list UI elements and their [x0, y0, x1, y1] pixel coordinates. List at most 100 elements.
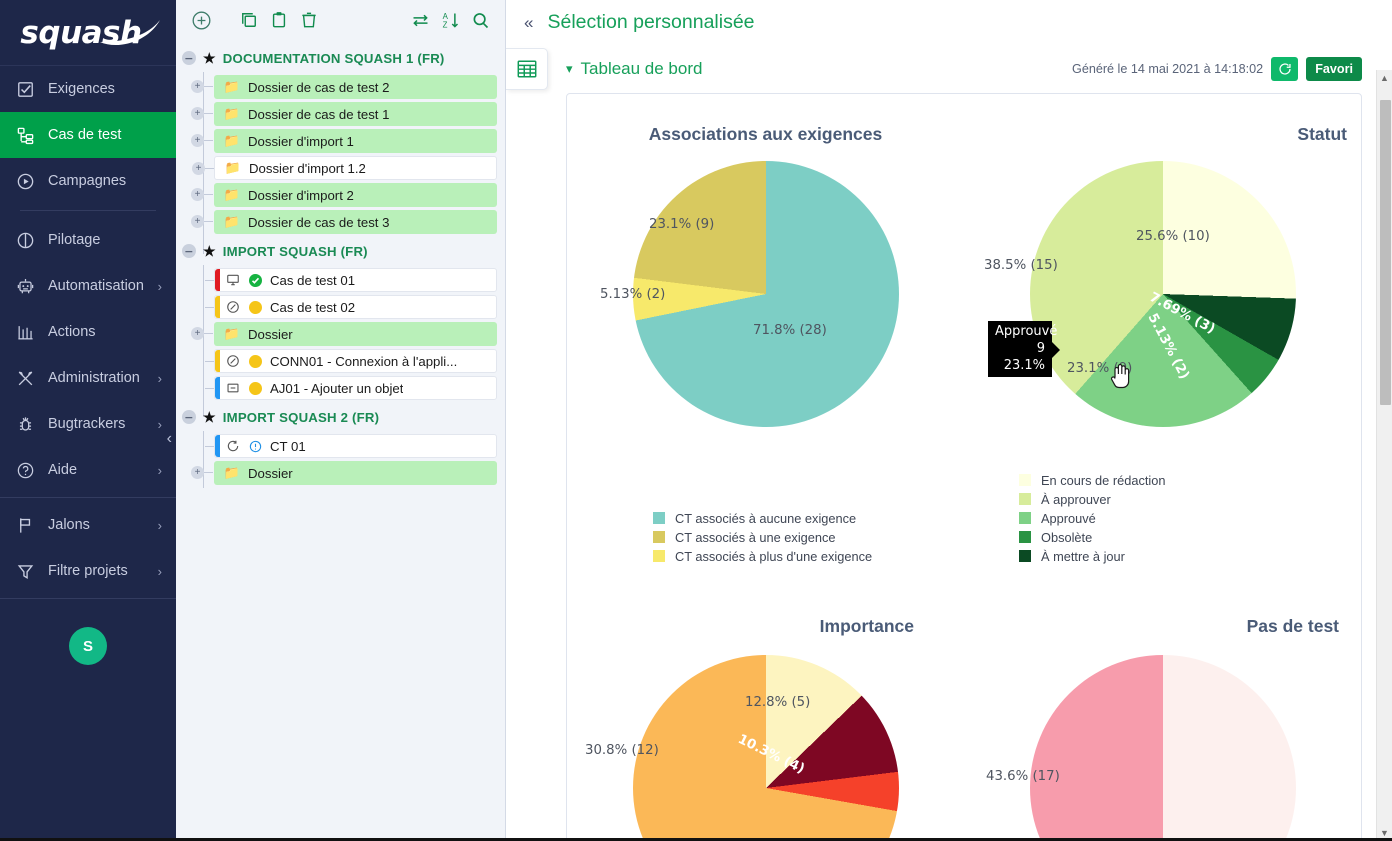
sidebar-item-pilotage[interactable]: Pilotage	[0, 217, 176, 263]
collapse-toggle-icon[interactable]: −	[182, 244, 196, 258]
status-check-icon	[249, 274, 262, 287]
tree-node-label: Dossier	[248, 466, 293, 481]
sidebar-item-actions[interactable]: Actions	[0, 309, 176, 355]
sidebar-item-automatisation[interactable]: Automatisation ›	[0, 263, 176, 309]
sidebar-item-jalons[interactable]: Jalons ›	[0, 502, 176, 548]
legend-label: Approuvé	[1041, 511, 1096, 526]
tree-node-folder[interactable]: + 📁 Dossier d'import 1	[214, 129, 497, 153]
tree-node-testcase[interactable]: CT 01	[214, 434, 497, 458]
flag-icon	[14, 514, 36, 536]
avatar[interactable]: S	[69, 627, 107, 665]
legend-label: CT associés à aucune exigence	[675, 511, 856, 526]
expand-toggle-icon[interactable]: +	[191, 327, 204, 340]
legend-label: À mettre à jour	[1041, 549, 1125, 564]
collapse-toggle-icon[interactable]: −	[182, 410, 196, 424]
folder-icon: 📁	[224, 106, 240, 122]
legend-item[interactable]: CT associés à plus d'une exigence	[653, 547, 872, 566]
expand-toggle-icon[interactable]: +	[191, 107, 204, 120]
mouse-cursor-icon	[1110, 361, 1132, 396]
legend-item[interactable]: Obsolète	[1019, 528, 1166, 547]
tree-node-label: CONN01 - Connexion à l'appli...	[270, 354, 457, 369]
legend-item[interactable]: Approuvé	[1019, 509, 1166, 528]
refresh-button[interactable]	[1271, 57, 1298, 81]
expand-toggle-icon[interactable]: +	[191, 215, 204, 228]
scroll-up-arrow-icon[interactable]: ▲	[1377, 70, 1392, 86]
dashboard-label: Tableau de bord	[581, 59, 703, 79]
favorite-button[interactable]: Favori	[1306, 57, 1362, 81]
main-content: « Sélection personnalisée ▾ Tableau de b…	[506, 0, 1392, 841]
sidebar-item-administration[interactable]: Administration ›	[0, 355, 176, 401]
sidebar-item-exigences[interactable]: Exigences	[0, 66, 176, 112]
sidebar-item-cas-de-test[interactable]: Cas de test	[0, 112, 176, 158]
page-title: Sélection personnalisée	[547, 11, 754, 34]
legend-label: CT associés à une exigence	[675, 530, 836, 545]
dashboard-title-toggle[interactable]: ▾ Tableau de bord	[566, 59, 702, 79]
tooltip-percent: 23.1%	[995, 357, 1045, 374]
legend-item[interactable]: CT associés à une exigence	[653, 528, 872, 547]
legend-item[interactable]: CT associés à aucune exigence	[653, 509, 872, 528]
tree-node-folder[interactable]: + 📁 Dossier de cas de test 2	[214, 75, 497, 99]
sidebar-item-filtre-projets[interactable]: Filtre projets ›	[0, 548, 176, 594]
pie-wrap: 12.8% (5) 10.3% (4) 30.8% (12)	[567, 655, 964, 841]
main-scrollbar[interactable]: ▲ ▼	[1376, 70, 1392, 841]
delete-icon[interactable]	[294, 5, 324, 35]
tree-node-label: Dossier d'import 1.2	[249, 161, 366, 176]
search-icon[interactable]	[465, 5, 495, 35]
sidebar-divider	[20, 210, 156, 211]
legend-swatch-icon	[653, 550, 665, 562]
sidebar-item-label: Bugtrackers	[48, 416, 125, 432]
legend-item[interactable]: À approuver	[1019, 490, 1166, 509]
collapse-toggle-icon[interactable]: −	[182, 51, 196, 65]
sidebar-item-aide[interactable]: Aide ›	[0, 447, 176, 493]
pie-chart[interactable]	[1030, 655, 1296, 841]
table-grid-icon[interactable]	[506, 48, 548, 90]
tree-node-testcase[interactable]: Cas de test 01	[214, 268, 497, 292]
bar-chart-icon	[14, 321, 36, 343]
sidebar-divider	[0, 598, 176, 599]
expand-toggle-icon[interactable]: +	[191, 134, 204, 147]
scrollbar-thumb[interactable]	[1380, 100, 1391, 405]
expand-toggle-icon[interactable]: +	[191, 188, 204, 201]
sidebar-item-campagnes[interactable]: Campagnes	[0, 158, 176, 204]
add-icon[interactable]	[186, 5, 216, 35]
svg-text:Z: Z	[442, 20, 447, 29]
move-icon[interactable]	[405, 5, 435, 35]
tree-library-import-squash[interactable]: − ★ IMPORT SQUASH (FR)	[176, 237, 505, 265]
tree-node-testcase[interactable]: CONN01 - Connexion à l'appli...	[214, 349, 497, 373]
tree-node-folder[interactable]: + 📁 Dossier d'import 2	[214, 183, 497, 207]
collapse-panel-button[interactable]: «	[524, 14, 533, 31]
tree-node-folder[interactable]: + 📁 Dossier de cas de test 3	[214, 210, 497, 234]
tree-node-folder[interactable]: + 📁 Dossier de cas de test 1	[214, 102, 497, 126]
star-icon: ★	[203, 410, 216, 424]
sidebar-item-bugtrackers[interactable]: Bugtrackers ›	[0, 401, 176, 447]
tree-node-label: Dossier	[248, 327, 293, 342]
tree-library-import-squash-2[interactable]: − ★ IMPORT SQUASH 2 (FR)	[176, 403, 505, 431]
tree-node-folder[interactable]: + 📁 Dossier d'import 1.2	[214, 156, 497, 180]
tree-node-folder[interactable]: + 📁 Dossier	[214, 322, 497, 346]
svg-text:A: A	[442, 11, 448, 20]
expand-toggle-icon[interactable]: +	[191, 80, 204, 93]
pie-chart[interactable]	[633, 161, 899, 427]
legend-item[interactable]: En cours de rédaction	[1019, 471, 1166, 490]
app-logo[interactable]: squash	[0, 0, 176, 66]
tree-node-folder[interactable]: + 📁 Dossier	[214, 461, 497, 485]
folder-icon: 📁	[224, 214, 240, 230]
chart-title: Pas de test	[964, 594, 1361, 637]
sidebar: squash Exigences Cas de test Campagnes	[0, 0, 176, 841]
expand-toggle-icon[interactable]: +	[191, 466, 204, 479]
paste-icon[interactable]	[264, 5, 294, 35]
legend-item[interactable]: À mettre à jour	[1019, 547, 1166, 566]
robot-icon	[14, 275, 36, 297]
tree-library-documentation-squash-1[interactable]: − ★ DOCUMENTATION SQUASH 1 (FR)	[176, 44, 505, 72]
question-circle-icon	[14, 459, 36, 481]
copy-icon[interactable]	[234, 5, 264, 35]
tree-node-testcase[interactable]: AJ01 - Ajouter un objet	[214, 376, 497, 400]
sidebar-collapse-button[interactable]: ‹	[167, 430, 172, 448]
tree-node-testcase[interactable]: Cas de test 02	[214, 295, 497, 319]
sidebar-item-label: Administration	[48, 370, 140, 386]
sidebar-item-label: Filtre projets	[48, 563, 128, 579]
sort-icon[interactable]: AZ	[435, 5, 465, 35]
sidebar-item-label: Pilotage	[48, 232, 100, 248]
expand-toggle-icon[interactable]: +	[192, 162, 205, 175]
tree-panel: AZ − ★ DOCUMENTATION SQUASH 1 (FR) + 📁 D…	[176, 0, 506, 841]
